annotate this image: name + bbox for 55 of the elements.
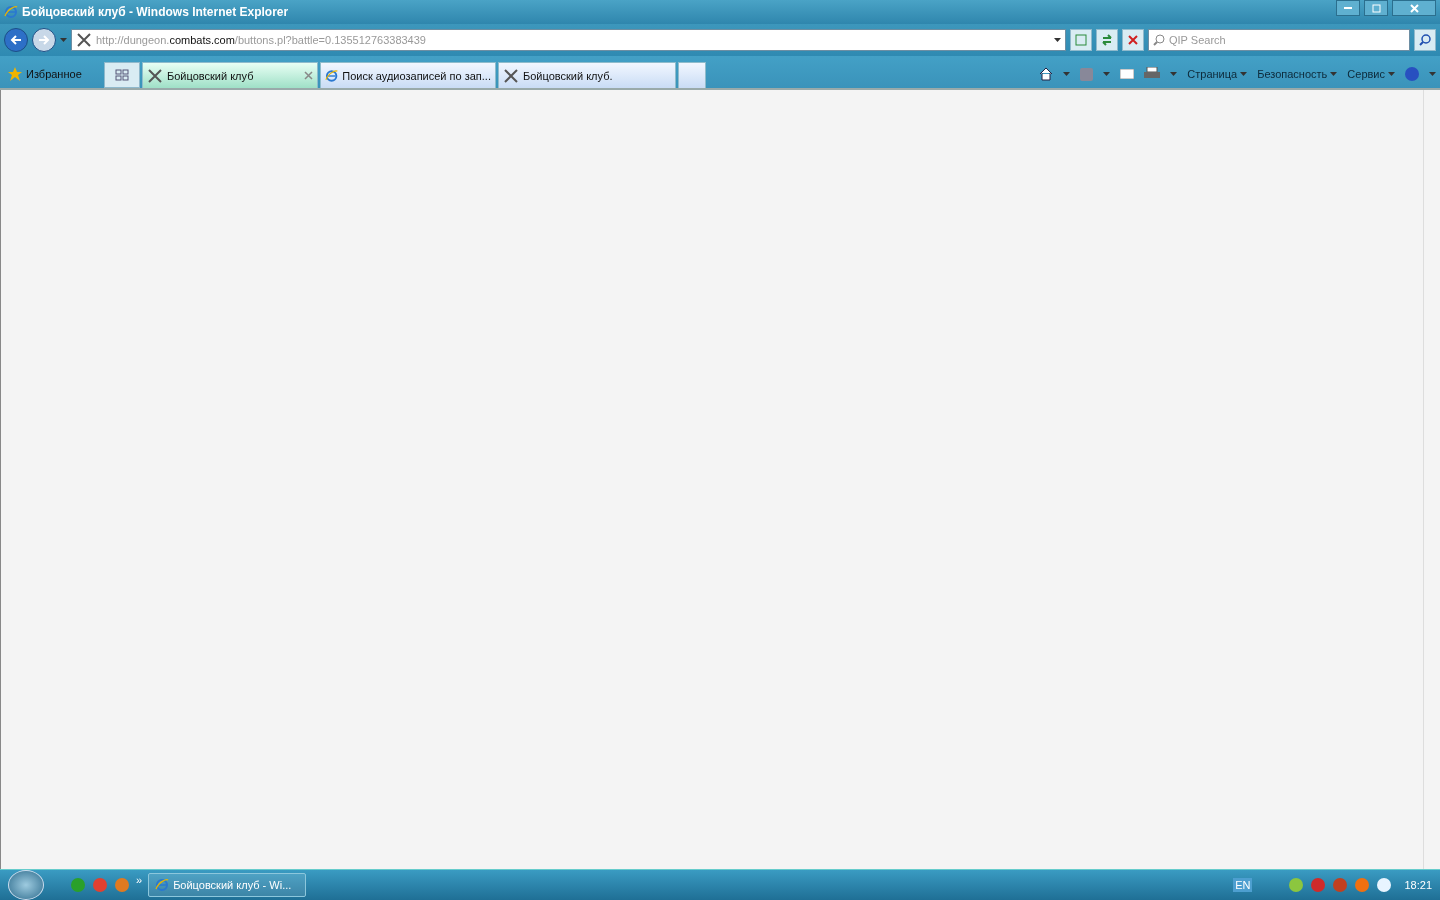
- close-tab-icon[interactable]: [304, 71, 313, 80]
- ie-logo-icon: [155, 878, 170, 892]
- browser-tab[interactable]: Бойцовский клуб: [142, 62, 318, 88]
- close-icon: [1409, 3, 1419, 13]
- printer-icon[interactable]: [1144, 67, 1161, 81]
- caret-icon: [1330, 72, 1338, 76]
- new-tab-button[interactable]: [678, 62, 706, 88]
- caret-icon: [1103, 72, 1111, 76]
- minimize-icon: [1344, 7, 1352, 9]
- star-icon: [8, 67, 22, 81]
- command-menu[interactable]: Страница: [1187, 68, 1248, 80]
- page-icon: [1075, 34, 1087, 46]
- caret-icon: [1240, 72, 1248, 76]
- refresh-button[interactable]: [1096, 29, 1118, 51]
- forward-arrow-icon: [38, 34, 50, 46]
- close-button[interactable]: [1392, 0, 1436, 16]
- refresh-icon: [1101, 34, 1113, 46]
- browser-tab[interactable]: Бойцовский клуб.: [498, 62, 676, 88]
- command-menu[interactable]: Сервис: [1347, 68, 1395, 80]
- taskbar-window-button[interactable]: Бойцовский клуб - Wi...: [148, 873, 307, 897]
- caret-icon: [1170, 72, 1178, 76]
- start-button[interactable]: [8, 870, 44, 900]
- caret-icon: [1429, 72, 1436, 76]
- back-button[interactable]: [4, 28, 28, 52]
- ie-logo-icon: [4, 5, 18, 19]
- caret-icon: [1063, 72, 1071, 76]
- command-menu[interactable]: Безопасность: [1257, 68, 1338, 80]
- search-icon: [1419, 34, 1431, 46]
- clock: 18:21: [1404, 879, 1432, 891]
- restore-icon: [1371, 3, 1381, 13]
- stop-button[interactable]: [1122, 29, 1144, 51]
- favorites-button[interactable]: Избранное: [4, 60, 102, 88]
- language-indicator[interactable]: EN: [1233, 878, 1253, 892]
- window-title: Бойцовский клуб - Windows Internet Explorer: [22, 5, 290, 19]
- home-icon[interactable]: [1039, 67, 1054, 81]
- caret-icon: [60, 38, 67, 42]
- back-arrow-icon: [10, 34, 22, 46]
- ie-logo-icon: [325, 68, 339, 83]
- close-icon: [1128, 35, 1138, 45]
- address-field[interactable]: http://dungeon.combats.com/buttons.pl?battle=0.135512763383439: [71, 29, 1066, 51]
- caret-icon: [1054, 38, 1061, 42]
- grid-icon: [115, 69, 129, 81]
- browser-tab[interactable]: Поиск аудиозаписей по зап...: [320, 62, 496, 88]
- search-field[interactable]: QIP Search: [1148, 29, 1410, 51]
- mail-icon[interactable]: [1120, 69, 1135, 79]
- restore-button[interactable]: [1364, 0, 1388, 16]
- minimize-button[interactable]: [1336, 0, 1360, 16]
- forward-button[interactable]: [32, 28, 56, 52]
- caret-icon: [1388, 72, 1395, 76]
- quick-tabs-button[interactable]: [104, 62, 140, 88]
- url-text: http://dungeon.combats.com/buttons.pl?battle=0.135512763383439: [96, 34, 427, 46]
- search-icon: [1153, 34, 1165, 46]
- compatibility-button[interactable]: [1070, 29, 1092, 51]
- more-icon[interactable]: »: [136, 874, 143, 886]
- search-button[interactable]: [1414, 29, 1436, 51]
